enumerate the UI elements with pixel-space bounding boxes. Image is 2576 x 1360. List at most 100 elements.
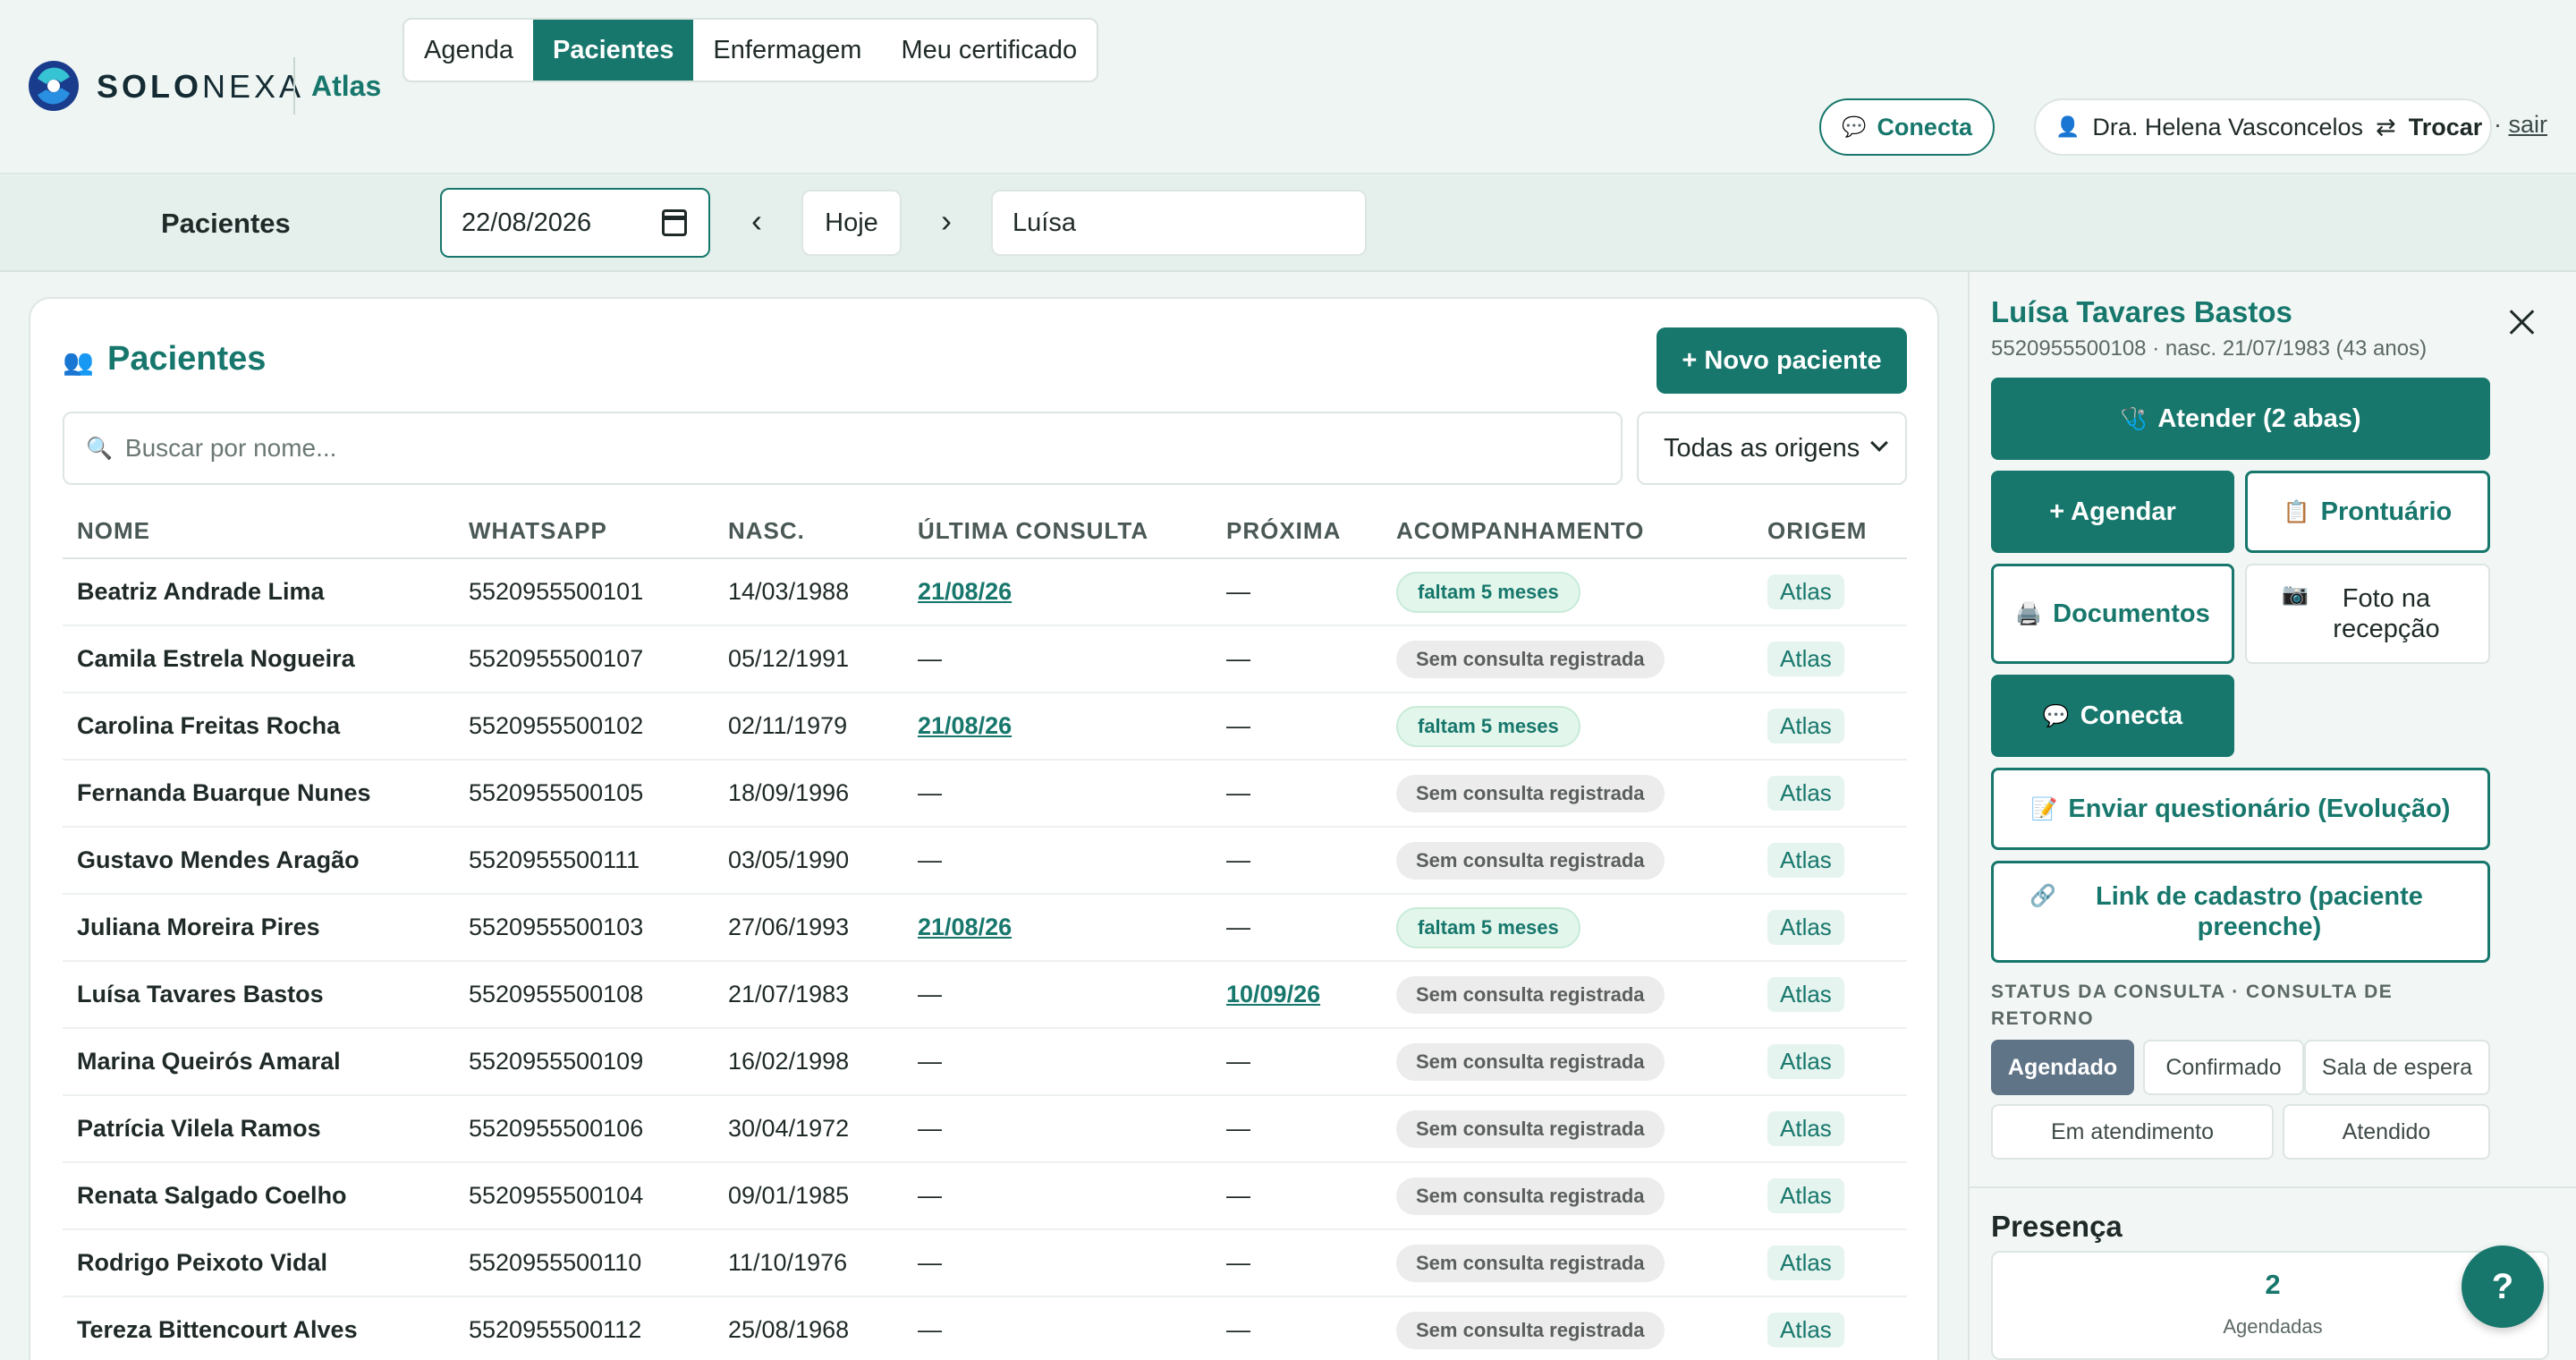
origin-tag: Atlas bbox=[1767, 1111, 1844, 1146]
follow-up-badge: Sem consulta registrada bbox=[1396, 774, 1665, 812]
follow-up-badge: Sem consulta registrada bbox=[1396, 1177, 1665, 1215]
magnifier-icon: 🔍 bbox=[86, 436, 113, 461]
table-row[interactable]: Tereza Bittencourt Alves 5520955500112 25/… bbox=[63, 1296, 1907, 1360]
record-button[interactable]: 📋 Prontuário bbox=[2245, 471, 2490, 553]
follow-up-badge: Sem consulta registrada bbox=[1396, 640, 1665, 678]
card-title: Pacientes bbox=[107, 340, 267, 378]
follow-up-cell: Sem consulta registrada bbox=[1382, 1296, 1753, 1360]
status-sala-de-espera[interactable]: Sala de espera bbox=[2304, 1040, 2490, 1095]
last-visit-link[interactable]: 21/08/26 bbox=[918, 914, 1012, 940]
name-filter-input[interactable]: Luísa bbox=[991, 190, 1367, 256]
next-day-button[interactable]: › bbox=[928, 202, 964, 242]
whatsapp-cell: 5520955500112 bbox=[454, 1296, 714, 1360]
status-agendado[interactable]: Agendado bbox=[1991, 1040, 2134, 1095]
tab-pacientes[interactable]: Pacientes bbox=[533, 20, 694, 81]
whatsapp-cell: 5520955500105 bbox=[454, 760, 714, 828]
previous-day-button[interactable]: ‹ bbox=[739, 202, 775, 242]
tab-meu-certificado[interactable]: Meu certificado bbox=[881, 20, 1097, 81]
follow-up-cell: faltam 5 meses bbox=[1382, 894, 1753, 962]
schedule-button[interactable]: + Agendar bbox=[1991, 471, 2234, 553]
last-visit-cell: 21/08/26 bbox=[903, 693, 1212, 761]
last-visit-link[interactable]: 21/08/26 bbox=[918, 578, 1012, 605]
table-row[interactable]: Patrícia Vilela Ramos 5520955500106 30/04/… bbox=[63, 1095, 1907, 1163]
status-em-atendimento[interactable]: Em atendimento bbox=[1991, 1104, 2274, 1160]
conecta-button[interactable]: 💬 Conecta bbox=[1819, 98, 1995, 156]
close-icon[interactable] bbox=[2508, 308, 2537, 336]
help-button[interactable]: ? bbox=[2462, 1245, 2544, 1328]
next-visit-cell: — bbox=[1212, 827, 1382, 895]
new-patient-button[interactable]: + Novo paciente bbox=[1657, 327, 1907, 394]
status-confirmado[interactable]: Confirmado bbox=[2143, 1040, 2304, 1095]
origin-tag: Atlas bbox=[1767, 1044, 1844, 1079]
origin-select[interactable]: Todas as origens bbox=[1637, 412, 1907, 485]
birth-date-cell: 03/05/1990 bbox=[714, 827, 903, 895]
origin-cell: Atlas bbox=[1753, 693, 1907, 761]
origin-cell: Atlas bbox=[1753, 894, 1907, 962]
patient-name-cell: Camila Estrela Nogueira bbox=[63, 625, 454, 693]
table-row[interactable]: Beatriz Andrade Lima 5520955500101 14/03/1… bbox=[63, 558, 1907, 626]
signup-link-button[interactable]: 🔗 Link de cadastro (paciente preenche) bbox=[1991, 861, 2490, 963]
date-input[interactable]: 22/08/2026 bbox=[440, 188, 710, 258]
col-header-proxima[interactable]: PRÓXIMA bbox=[1212, 505, 1382, 559]
next-visit-link[interactable]: 10/09/26 bbox=[1226, 981, 1320, 1007]
tab-enfermagem[interactable]: Enfermagem bbox=[693, 20, 881, 81]
col-header-acompanhamento[interactable]: ACOMPANHAMENTO bbox=[1382, 505, 1753, 559]
logout-area: · sair bbox=[2494, 111, 2548, 138]
follow-up-cell: Sem consulta registrada bbox=[1382, 1229, 1753, 1297]
col-header-nasc[interactable]: NASC. bbox=[714, 505, 903, 559]
conecta-label: Conecta bbox=[1877, 113, 1972, 140]
table-row[interactable]: Fernanda Buarque Nunes 5520955500105 18/09… bbox=[63, 760, 1907, 828]
col-header-origem[interactable]: ORIGEM bbox=[1753, 505, 1907, 559]
send-questionnaire-button[interactable]: 📝 Enviar questionário (Evolução) bbox=[1991, 768, 2490, 850]
photo-reception-button[interactable]: 📷 Foto na recepção bbox=[2245, 564, 2490, 664]
table-row[interactable]: Carolina Freitas Rocha 5520955500102 02/11… bbox=[63, 693, 1907, 761]
today-button[interactable]: Hoje bbox=[801, 190, 902, 256]
status-atendido[interactable]: Atendido bbox=[2283, 1104, 2490, 1160]
whatsapp-cell: 5520955500109 bbox=[454, 1028, 714, 1096]
side-conecta-button[interactable]: 💬 Conecta bbox=[1991, 675, 2234, 757]
table-row[interactable]: Renata Salgado Coelho 5520955500104 09/01/… bbox=[63, 1162, 1907, 1230]
last-visit-cell: — bbox=[903, 625, 1212, 693]
next-visit-cell: 10/09/26 bbox=[1212, 961, 1382, 1029]
send-questionnaire-label: Enviar questionário (Evolução) bbox=[2068, 794, 2451, 823]
origin-cell: Atlas bbox=[1753, 827, 1907, 895]
photo-reception-label: Foto na recepção bbox=[2333, 584, 2440, 643]
logout-link[interactable]: sair bbox=[2509, 111, 2548, 138]
whatsapp-cell: 5520955500103 bbox=[454, 894, 714, 962]
follow-up-badge: Sem consulta registrada bbox=[1396, 841, 1665, 880]
next-visit-cell: — bbox=[1212, 1028, 1382, 1096]
origin-cell: Atlas bbox=[1753, 558, 1907, 626]
col-header-nome[interactable]: NOME bbox=[63, 505, 454, 559]
follow-up-cell: Sem consulta registrada bbox=[1382, 827, 1753, 895]
documents-button[interactable]: 🖨️ Documentos bbox=[1991, 564, 2234, 664]
table-row[interactable]: Marina Queirós Amaral 5520955500109 16/02/… bbox=[63, 1028, 1907, 1096]
table-row[interactable]: Camila Estrela Nogueira 5520955500107 05/1… bbox=[63, 625, 1907, 693]
filter-title: Pacientes bbox=[161, 208, 291, 239]
last-visit-link[interactable]: 21/08/26 bbox=[918, 712, 1012, 739]
user-switch-pill[interactable]: 👤 Dra. Helena Vasconcelos ⇄ Trocar bbox=[2034, 98, 2492, 156]
birth-date-cell: 25/08/1968 bbox=[714, 1296, 903, 1360]
col-header-ultima-consulta[interactable]: ÚLTIMA CONSULTA bbox=[903, 505, 1212, 559]
table-row[interactable]: Gustavo Mendes Aragão 5520955500111 03/05/… bbox=[63, 827, 1907, 895]
brand-divider bbox=[293, 57, 295, 115]
col-header-whatsapp[interactable]: WHATSAPP bbox=[454, 505, 714, 559]
tab-agenda[interactable]: Agenda bbox=[404, 20, 533, 81]
calendar-icon[interactable] bbox=[662, 209, 687, 236]
patient-name-cell: Patrícia Vilela Ramos bbox=[63, 1095, 454, 1163]
printer-icon: 🖨️ bbox=[2015, 601, 2043, 626]
table-row[interactable]: Rodrigo Peixoto Vidal 5520955500110 11/10/… bbox=[63, 1229, 1907, 1297]
table-row[interactable]: Luísa Tavares Bastos 5520955500108 21/07/1… bbox=[63, 961, 1907, 1029]
follow-up-cell: Sem consulta registrada bbox=[1382, 1028, 1753, 1096]
search-placeholder: Buscar por nome... bbox=[124, 434, 337, 462]
follow-up-badge: faltam 5 meses bbox=[1396, 906, 1580, 948]
origin-tag: Atlas bbox=[1767, 574, 1844, 609]
birth-date-cell: 21/07/1983 bbox=[714, 961, 903, 1029]
table-row[interactable]: Juliana Moreira Pires 5520955500103 27/06/… bbox=[63, 894, 1907, 962]
birth-date-cell: 14/03/1988 bbox=[714, 558, 903, 626]
follow-up-badge: Sem consulta registrada bbox=[1396, 1042, 1665, 1081]
search-input[interactable]: 🔍 Buscar por nome... bbox=[63, 412, 1623, 485]
patient-name-cell: Tereza Bittencourt Alves bbox=[63, 1296, 454, 1360]
chevron-down-icon bbox=[1870, 434, 1888, 452]
attend-button[interactable]: 🩺 Atender (2 abas) bbox=[1991, 378, 2490, 460]
last-visit-cell: 21/08/26 bbox=[903, 558, 1212, 626]
